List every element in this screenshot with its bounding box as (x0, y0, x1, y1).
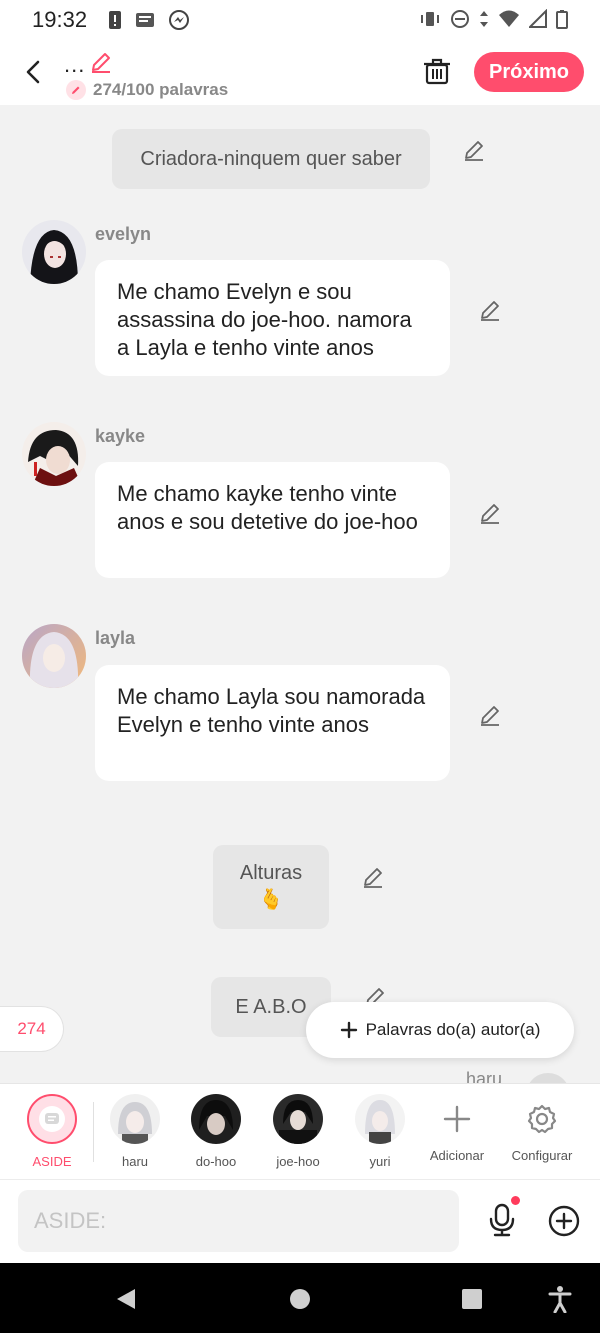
character-joe-hoo[interactable]: joe-hoo (258, 1094, 338, 1169)
character-yuri[interactable]: yuri (340, 1094, 420, 1169)
message-input[interactable] (18, 1190, 459, 1252)
avatar-layla[interactable] (22, 624, 86, 688)
back-arrow-icon[interactable] (20, 57, 46, 87)
avatar-do-hoo (191, 1094, 241, 1144)
add-label: Adicionar (429, 1148, 485, 1163)
plus-icon (340, 1021, 357, 1039)
status-bar: 19:32 (0, 0, 600, 40)
character-label: yuri (369, 1154, 391, 1169)
message-bubble[interactable]: Me chamo Evelyn e sou assassina do joe-h… (95, 260, 450, 376)
add-character-button[interactable]: Adicionar (417, 1094, 497, 1163)
word-count-pencil-icon (66, 80, 86, 100)
edit-message-icon[interactable] (478, 501, 502, 525)
next-button[interactable]: Próximo (474, 52, 584, 92)
recording-dot (511, 1196, 520, 1205)
message-bubble[interactable]: Me chamo kayke tenho vinte anos e sou de… (95, 462, 450, 578)
aside-chat-icon (27, 1094, 77, 1144)
configure-button[interactable]: Configurar (502, 1094, 582, 1163)
notification-icons (108, 9, 190, 31)
narration-message[interactable]: Alturas 🫰 (213, 845, 329, 929)
character-label: ASIDE (32, 1154, 72, 1169)
data-icon (480, 11, 488, 27)
composer (0, 1179, 600, 1263)
top-bar: ... 274/100 palavras Próximo (0, 40, 600, 105)
nav-back-icon[interactable] (114, 1287, 138, 1311)
system-nav-bar (0, 1263, 600, 1333)
dnd-icon (451, 10, 469, 28)
system-icons (419, 9, 568, 29)
character-name: kayke (95, 426, 146, 446)
avatar-evelyn[interactable] (22, 220, 86, 284)
edit-message-icon[interactable] (478, 298, 502, 322)
character-label: joe-hoo (276, 1154, 320, 1169)
gear-icon (517, 1094, 567, 1144)
add-circle-icon[interactable] (547, 1204, 581, 1238)
edit-message-icon[interactable] (478, 703, 502, 727)
signal-icon (529, 9, 547, 28)
messenger-icon (169, 10, 189, 30)
battery-icon (556, 10, 568, 29)
wifi-icon (499, 10, 519, 27)
avatar-kayke[interactable] (22, 422, 86, 486)
edit-message-icon[interactable] (462, 138, 486, 162)
chat-area[interactable]: Criadora-ninquem quer saber evelyn Me ch… (0, 105, 600, 1083)
character-selector: ASIDE haru do-hoo joe-hoo yuri Adicionar… (0, 1083, 600, 1179)
alert-icon (109, 11, 121, 29)
character-label: haru (121, 1154, 149, 1169)
divider (93, 1102, 94, 1162)
story-title[interactable]: ... (64, 52, 85, 78)
character-name: evelyn (95, 224, 152, 244)
character-do-hoo[interactable]: do-hoo (176, 1094, 256, 1169)
word-count: 274/100 palavras (93, 80, 229, 99)
author-words-button[interactable]: Palavras do(a) autor(a) (306, 1002, 574, 1058)
microphone-icon[interactable] (486, 1202, 518, 1238)
character-name: haru (466, 1069, 503, 1083)
narration-text: Alturas (239, 862, 303, 884)
nav-recents-icon[interactable] (461, 1288, 483, 1310)
author-words-label: Palavras do(a) autor(a) (365, 1020, 541, 1039)
character-haru[interactable]: haru (95, 1094, 175, 1169)
edit-title-icon[interactable] (89, 50, 113, 74)
add-icon (432, 1094, 482, 1144)
avatar-yuri (355, 1094, 405, 1144)
word-count-badge[interactable]: 274 (0, 1006, 64, 1052)
character-aside[interactable]: ASIDE (12, 1094, 92, 1169)
avatar-joe-hoo (273, 1094, 323, 1144)
vibrate-icon (421, 12, 439, 26)
status-time: 19:32 (32, 7, 88, 32)
character-name: layla (95, 628, 136, 648)
narration-message[interactable]: Criadora-ninquem quer saber (112, 129, 430, 189)
edit-message-icon[interactable] (361, 865, 385, 889)
accessibility-icon[interactable] (548, 1285, 572, 1313)
trash-icon[interactable] (423, 56, 451, 86)
finger-heart-emoji: 🫰 (258, 889, 284, 911)
avatar-haru[interactable] (516, 1065, 580, 1083)
character-label: do-hoo (195, 1154, 237, 1169)
avatar-haru (110, 1094, 160, 1144)
nav-home-icon[interactable] (289, 1288, 311, 1310)
configure-label: Configurar (511, 1148, 573, 1163)
cast-icon (136, 13, 154, 27)
message-bubble[interactable]: Me chamo Layla sou namorada Evelyn e ten… (95, 665, 450, 781)
